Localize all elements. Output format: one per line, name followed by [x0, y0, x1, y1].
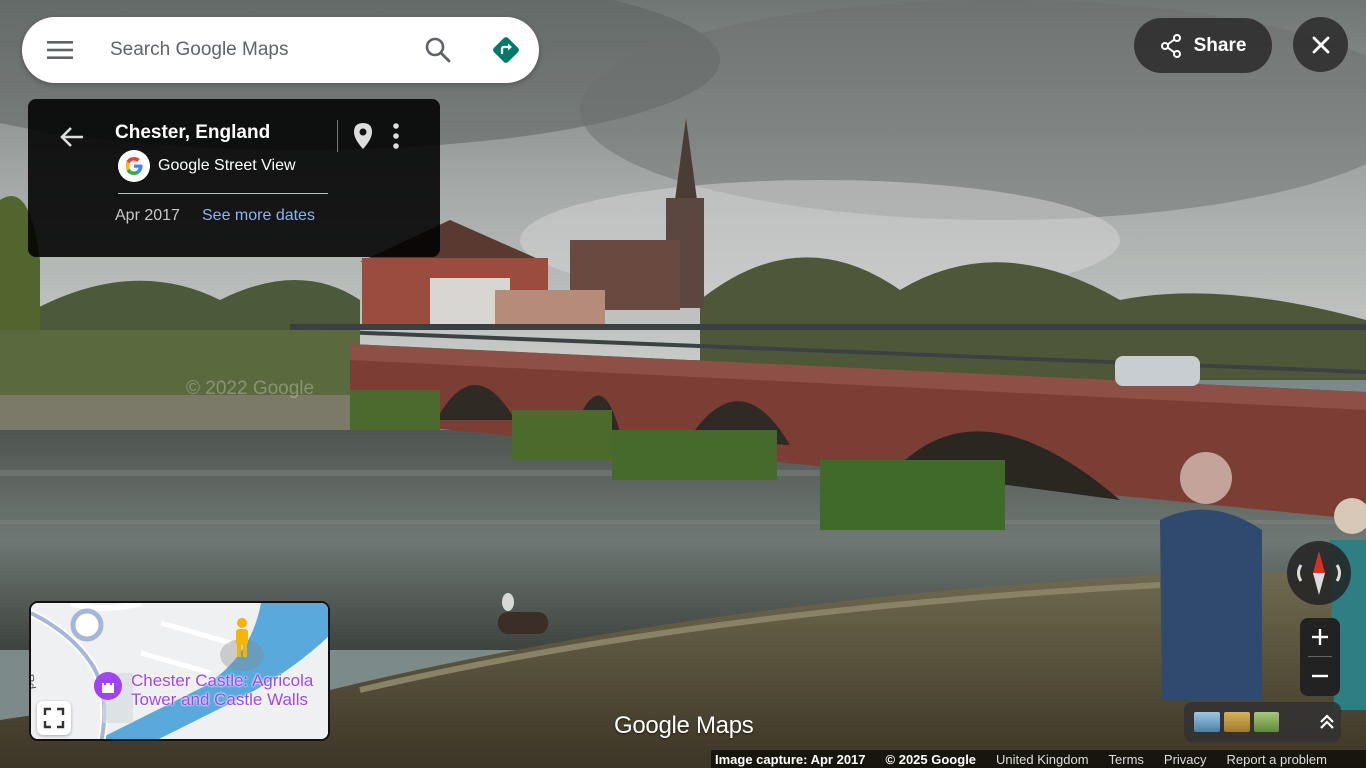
more-options-button[interactable] — [384, 119, 408, 153]
terms-link[interactable]: Terms — [1109, 752, 1144, 767]
google-g-icon — [125, 157, 143, 175]
poi-label[interactable]: Chester Castle: Agricola Tower and Castl… — [131, 671, 313, 709]
street-view-watermark: © 2022 Google — [186, 378, 315, 399]
card-divider — [118, 193, 328, 194]
share-icon — [1160, 33, 1181, 58]
layers-strip — [1184, 702, 1341, 742]
zoom-out-button[interactable] — [1300, 657, 1340, 695]
image-capture-text: Image capture: Apr 2017 — [715, 751, 866, 767]
card-vertical-divider — [337, 120, 338, 152]
fullscreen-icon — [43, 707, 65, 729]
directions-icon — [493, 37, 519, 63]
more-vert-icon — [393, 123, 399, 149]
close-button[interactable] — [1293, 17, 1348, 72]
google-maps-logo: Google Maps — [614, 712, 754, 739]
minus-icon — [1312, 674, 1328, 678]
region-link[interactable]: United Kingdom — [996, 752, 1089, 767]
back-button[interactable] — [54, 119, 90, 155]
report-problem-link[interactable]: Report a problem — [1227, 752, 1327, 767]
attribution-footer: Image capture: Apr 2017 © 2025 Google Un… — [711, 750, 1366, 768]
see-more-dates-link[interactable]: See more dates — [202, 207, 315, 225]
close-icon — [1312, 36, 1329, 53]
share-label: Share — [1193, 34, 1247, 56]
privacy-link[interactable]: Privacy — [1164, 752, 1207, 767]
copyright-text: © 2025 Google — [885, 751, 977, 767]
compass-button[interactable] — [1287, 541, 1351, 605]
layer-thumb-sky[interactable] — [1194, 712, 1220, 732]
share-button[interactable]: Share — [1134, 18, 1272, 73]
place-title: Chester, England — [115, 122, 271, 143]
place-info-card: Chester, England Google Street View Apr … — [28, 99, 440, 257]
pegman-icon — [236, 618, 248, 657]
plus-icon — [1312, 629, 1328, 645]
zoom-in-button[interactable] — [1300, 618, 1340, 656]
mini-map[interactable]: Chester Castle: Agricola Tower and Castl… — [29, 601, 330, 741]
location-pin-icon — [354, 123, 372, 149]
menu-icon — [47, 41, 73, 59]
search-icon — [425, 37, 451, 63]
zoom-control — [1300, 618, 1340, 696]
google-g-logo — [118, 150, 150, 182]
chevron-double-up-icon — [1320, 714, 1334, 729]
expand-map-button[interactable] — [37, 701, 71, 735]
castle-poi-icon — [94, 672, 122, 700]
directions-button[interactable] — [480, 24, 532, 76]
search-input[interactable] — [110, 30, 410, 70]
search-button[interactable] — [412, 24, 464, 76]
menu-button[interactable] — [22, 17, 98, 83]
layer-thumb-trees[interactable] — [1253, 712, 1280, 732]
layers-expand-button[interactable] — [1313, 708, 1341, 736]
search-bar — [22, 17, 539, 83]
location-pin-button[interactable] — [348, 119, 378, 153]
layer-thumb-field[interactable] — [1223, 712, 1250, 732]
compass-icon — [1297, 551, 1341, 595]
provider-row: Google Street View — [118, 150, 296, 182]
provider-name: Google Street View — [158, 157, 296, 174]
capture-date: Apr 2017 — [115, 207, 180, 224]
arrow-left-icon — [60, 127, 83, 147]
